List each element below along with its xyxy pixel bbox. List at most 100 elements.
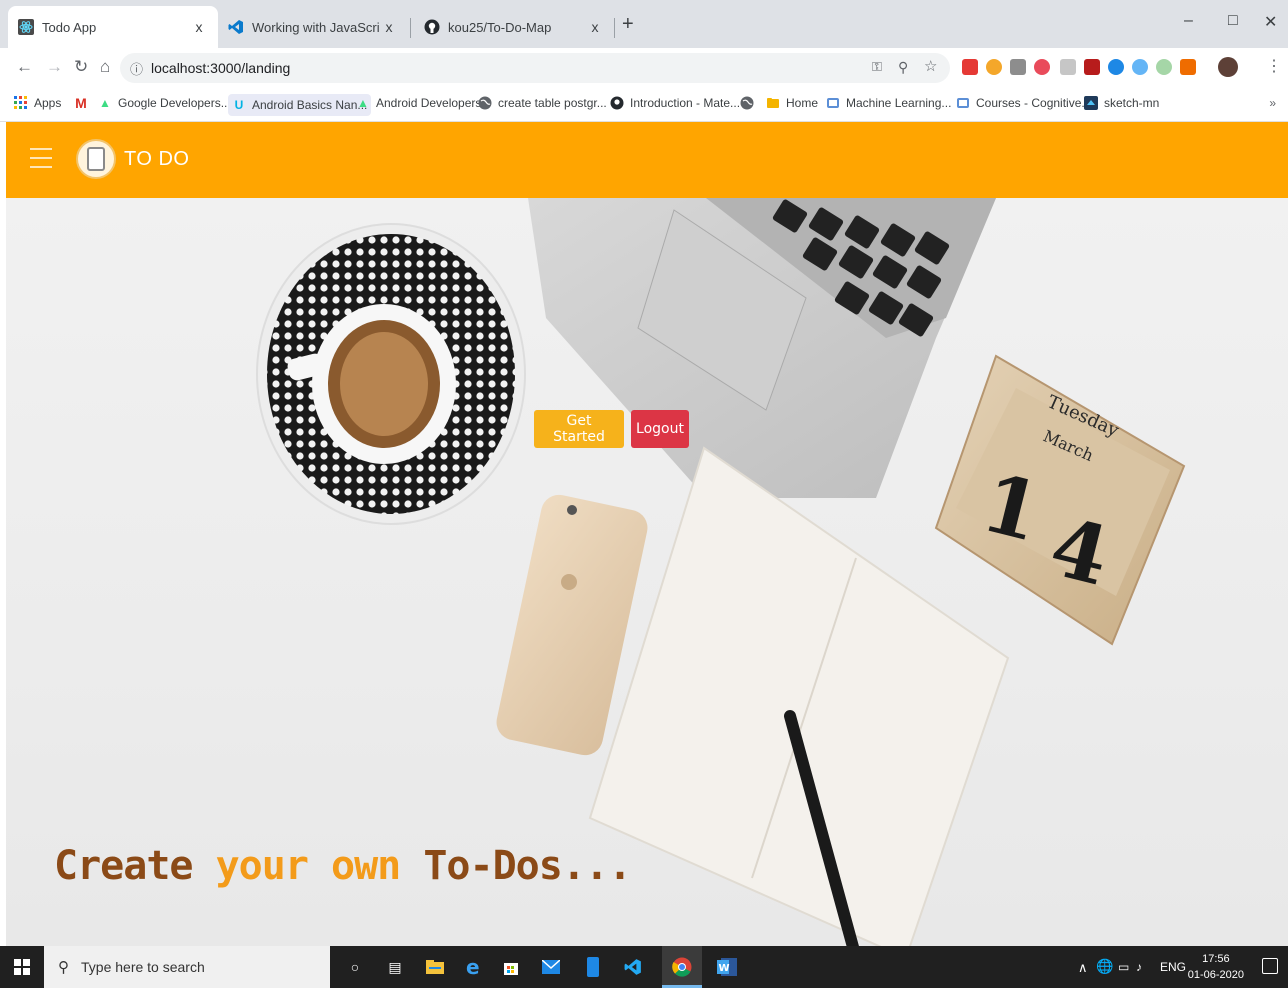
hero-background-illustration: Tuesday March 1 4 [256,198,1186,946]
window-close-icon[interactable]: ✕ [1264,12,1277,32]
gmail-icon: M [75,95,87,111]
info-icon[interactable]: ⓘ [130,59,143,78]
bookmark-home[interactable]: Home [766,96,818,110]
hamburger-menu-icon[interactable] [30,148,52,170]
tagline-part-3: To-Dos... [423,843,632,889]
extension-icon[interactable] [1156,59,1172,75]
calendar-illustration: Tuesday March 1 4 [934,354,1186,646]
app-brand-title[interactable]: TO DO [124,148,189,171]
extension-icon[interactable] [962,59,978,75]
extension-icon[interactable] [1180,59,1196,75]
hero-section: Tuesday March 1 4 Get Started Logout Cre… [6,198,1288,946]
tab-vscode-docs[interactable]: Working with JavaScript in Visual x [218,6,408,48]
cortana-icon[interactable]: ○ [344,956,366,978]
vscode-icon[interactable] [622,956,644,978]
bookmark-label: sketch-mn [1104,96,1160,110]
minimize-icon[interactable]: – [1184,12,1193,30]
extension-icon[interactable] [1010,59,1026,75]
bookmark-google-developers[interactable]: ▲ Google Developers... [98,96,231,110]
back-icon[interactable]: ← [16,57,33,77]
bookmarks-overflow-icon[interactable]: » [1269,96,1276,110]
browser-tab-strip: Todo App x Working with JavaScript in Vi… [0,0,1288,48]
logout-button[interactable]: Logout [631,410,689,448]
extension-icon[interactable] [1034,59,1050,75]
bookmark-android-developers[interactable]: ▲ Android Developers [356,96,481,110]
bookmark-gmail[interactable]: M [74,95,94,111]
tab-github-repo[interactable]: kou25/To-Do-Map x [414,6,614,48]
tab-todo-app[interactable]: Todo App x [8,6,218,48]
new-tab-button[interactable]: + [622,14,634,34]
android-icon: ▲ [357,96,369,110]
restore-icon[interactable]: □ [1228,12,1238,30]
mail-icon[interactable] [540,956,562,978]
bookmark-label: create table postgr... [498,96,607,110]
task-view-icon[interactable]: ▤ [384,956,406,978]
extension-icon[interactable] [1108,59,1124,75]
notification-center-icon[interactable] [1262,958,1278,974]
bookmark-courses[interactable]: Courses - Cognitive... [956,96,1091,110]
url-text: localhost:3000/landing [151,60,291,76]
extension-icon[interactable] [1084,59,1100,75]
menu-kebab-icon[interactable]: ⋮ [1266,57,1282,77]
hero-tagline: Create your own To-Dos... [54,843,632,889]
bookmark-label: Android Developers [376,96,482,110]
tray-chevron-up-icon[interactable]: ∧ [1078,960,1088,976]
home-icon[interactable]: ⌂ [100,57,110,77]
tab-close-icon[interactable]: x [380,19,398,35]
clock-date: 01-06-2020 [1187,969,1244,981]
address-bar[interactable]: ⓘ localhost:3000/landing [120,53,950,83]
vscode-icon [228,19,244,35]
cognitive-class-icon [956,96,970,110]
bookmark-machine-learning[interactable]: Machine Learning... [826,96,951,110]
react-icon [18,19,34,35]
extension-icon[interactable] [1132,59,1148,75]
bookmark-globe[interactable] [740,96,760,110]
tab-title: kou25/To-Do-Map [448,19,552,35]
folder-icon [766,96,780,110]
taskbar-search-box[interactable]: ⚲ Type here to search [44,946,330,988]
apps-grid-icon [14,96,28,110]
svg-text:e: e [466,958,480,976]
tab-separator [614,18,615,38]
tab-close-icon[interactable]: x [190,19,208,35]
github-icon [424,19,440,35]
browser-toolbar: ← → ↻ ⌂ ⓘ localhost:3000/landing ⚿ ⚲ ☆ ⋮ [0,48,1288,88]
bookmark-introduction[interactable]: Introduction - Mate... [610,96,740,110]
word-icon[interactable]: W [716,956,738,978]
zoom-icon[interactable]: ⚲ [898,57,908,77]
store-icon[interactable] [500,956,522,978]
tab-title: Todo App [42,19,97,35]
bookmark-android-basics[interactable]: U Android Basics Nan... [228,94,372,116]
chrome-icon[interactable] [671,956,693,978]
windows-start-icon[interactable] [14,959,30,975]
taskbar-clock[interactable]: 17:56 01-06-2020 [1188,951,1244,983]
cognitive-class-icon [826,96,840,110]
phone-app-icon[interactable] [582,956,604,978]
bookmark-label: Android Basics Nan... [252,98,368,112]
file-explorer-icon[interactable] [424,956,446,978]
bookmark-sketch-mn[interactable]: sketch-mn [1084,96,1159,110]
tagline-part-1: Create [54,843,216,889]
get-started-button[interactable]: Get Started [534,410,624,448]
battery-icon[interactable]: ▭ [1118,960,1129,974]
tab-close-icon[interactable]: x [586,19,604,35]
language-indicator[interactable]: ENG [1160,960,1186,974]
coffee-cup-illustration [256,223,526,525]
bookmark-apps[interactable]: Apps [14,96,61,110]
search-icon: ⚲ [58,959,69,976]
profile-avatar[interactable] [1218,57,1238,77]
extension-icon[interactable] [986,59,1002,75]
edge-icon[interactable]: e [462,956,484,978]
bookmark-star-icon[interactable]: ☆ [924,57,937,77]
bookmark-label: Home [786,96,819,110]
bookmark-create-table[interactable]: create table postgr... [478,96,607,110]
notebook-logo-icon[interactable] [76,139,116,179]
clock-time: 17:56 [1202,953,1230,965]
key-icon[interactable]: ⚿ [872,57,882,77]
taskbar-search-placeholder: Type here to search [81,959,205,975]
extension-icon[interactable] [1060,59,1076,75]
forward-icon[interactable]: → [46,57,63,77]
reload-icon[interactable]: ↻ [74,57,88,77]
volume-icon[interactable]: ♪ [1136,960,1142,974]
network-globe-icon[interactable]: 🌐 [1096,958,1113,975]
